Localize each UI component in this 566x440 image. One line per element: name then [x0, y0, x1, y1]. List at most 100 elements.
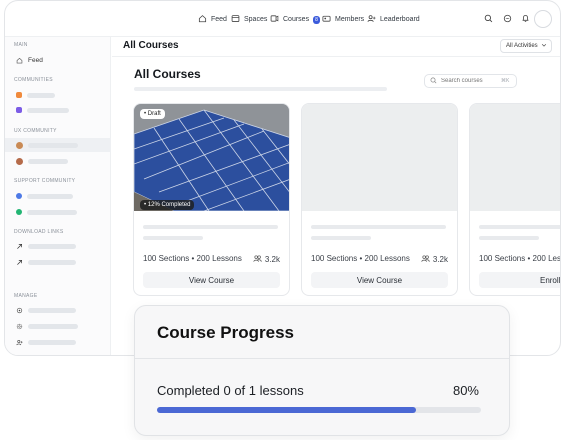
sidebar-item-support-1[interactable] [5, 189, 111, 203]
sidebar-item-community-1[interactable] [5, 88, 111, 102]
add-user-icon [16, 339, 23, 346]
messages-button[interactable] [499, 11, 515, 27]
member-avatar-icon [16, 141, 23, 149]
sidebar-item-download-1[interactable] [5, 239, 111, 253]
nav-courses[interactable]: Courses 8 [270, 14, 320, 25]
notifications-button[interactable] [517, 11, 533, 27]
sidebar-item-community-2[interactable] [5, 103, 111, 117]
filter-label: All Activities [506, 43, 538, 49]
view-course-button[interactable]: View Course [311, 272, 448, 288]
nav-members[interactable]: Members [322, 14, 364, 25]
community-color-icon [16, 107, 22, 113]
home-icon [16, 57, 23, 64]
activity-filter-dropdown[interactable]: All Activities [500, 39, 552, 53]
sidebar-section-ux: UX COMMUNITY [14, 128, 57, 134]
spaces-icon [231, 14, 240, 25]
placeholder-label [28, 307, 76, 313]
search-input[interactable] [441, 78, 497, 84]
external-link-icon [16, 259, 23, 266]
nav-courses-label: Courses [283, 16, 310, 23]
nav-feed[interactable]: Feed [198, 14, 227, 25]
leaderboard-icon [367, 14, 376, 25]
placeholder-label [28, 259, 76, 265]
shortcut-hint: ⌘K [501, 78, 510, 84]
settings-icon [16, 307, 23, 314]
sidebar-section-main: MAIN [14, 42, 28, 48]
nav-leaderboard-label: Leaderboard [380, 16, 420, 23]
enroll-course-button[interactable]: Enroll Cours [479, 272, 560, 288]
course-progress-card: Course Progress Completed 0 of 1 lessons… [134, 305, 510, 436]
section-title: All Courses [134, 67, 201, 81]
gear-icon [16, 323, 23, 330]
subtitle-placeholder [311, 236, 371, 240]
community-color-icon [16, 92, 22, 98]
sidebar-item-download-2[interactable] [5, 255, 111, 269]
sidebar-item-ux-2[interactable] [5, 154, 111, 168]
nav-leaderboard[interactable]: Leaderboard [367, 14, 420, 25]
sidebar-section-downloads: DOWNLOAD LINKS [14, 229, 64, 235]
students-count: 3.2k [432, 255, 448, 264]
course-meta: 100 Sections • 200 Lessons [479, 254, 561, 263]
course-sections-lessons: 100 Sections • 200 Lessons [311, 254, 410, 263]
course-thumbnail: • Draft • 12% Completed [134, 104, 289, 212]
placeholder-label [28, 142, 78, 148]
course-search[interactable]: ⌘K [424, 74, 517, 88]
bell-icon [521, 10, 530, 28]
students-count: 3.2k [264, 255, 280, 264]
search-icon [484, 10, 493, 28]
user-avatar[interactable] [534, 10, 552, 28]
sidebar-item-ux-1[interactable] [5, 138, 111, 152]
sidebar-item-support-2[interactable] [5, 205, 111, 219]
home-icon [198, 14, 207, 25]
progress-badge: • 12% Completed [140, 200, 195, 210]
progress-bar-fill [157, 407, 417, 413]
community-color-icon [16, 193, 22, 199]
course-progress-title: Course Progress [157, 323, 294, 342]
page-title: All Courses [123, 40, 179, 51]
chat-icon [503, 10, 512, 28]
chevron-down-icon [541, 42, 547, 50]
sidebar-item-manage-1[interactable] [5, 303, 111, 317]
divider [135, 358, 509, 359]
solar-panel-image [134, 104, 289, 212]
progress-bar [157, 407, 481, 413]
course-card[interactable]: 100 Sections • 200 Lessons Enroll Cours [469, 103, 561, 296]
search-icon [430, 77, 437, 86]
external-link-icon [16, 243, 23, 250]
sidebar-item-feed[interactable]: Feed [5, 53, 111, 67]
course-thumbnail-placeholder [470, 104, 560, 211]
progress-badge-label: 12% Completed [147, 202, 191, 208]
placeholder-label [28, 243, 76, 249]
placeholder-label [28, 339, 76, 345]
placeholder-label [27, 193, 73, 199]
sidebar-section-support: SUPPORT COMMUNITY [14, 178, 76, 184]
nav-members-label: Members [335, 16, 365, 23]
search-button[interactable] [480, 11, 496, 27]
course-sections-lessons: 100 Sections • 200 Lessons [143, 254, 242, 263]
members-icon [322, 14, 331, 25]
page-header: All Courses All Activities [112, 37, 560, 57]
course-card[interactable]: • Draft • 12% Completed 100 Sections • 2… [133, 103, 290, 296]
course-meta: 100 Sections • 200 Lessons 3.2k [311, 254, 448, 265]
nav-spaces-label: Spaces [244, 16, 268, 23]
students-icon [253, 254, 262, 265]
sidebar-item-manage-3[interactable] [5, 335, 111, 349]
course-sections-lessons: 100 Sections • 200 Lessons [479, 254, 561, 263]
view-course-button[interactable]: View Course [143, 272, 280, 288]
sidebar-item-label: Feed [28, 56, 43, 64]
placeholder-label [28, 158, 68, 164]
placeholder-label [28, 323, 78, 329]
placeholder-label [27, 209, 77, 215]
placeholder-label [27, 107, 69, 113]
lessons-completed-label: Completed 0 of 1 lessons [157, 383, 304, 398]
course-meta: 100 Sections • 200 Lessons 3.2k [143, 254, 280, 265]
community-color-icon [16, 209, 22, 215]
sidebar-item-manage-2[interactable] [5, 319, 111, 333]
courses-icon [270, 14, 279, 25]
nav-spaces[interactable]: Spaces [231, 14, 267, 25]
sidebar-section-manage: MANAGE [14, 293, 38, 299]
students-icon [421, 254, 430, 265]
course-card[interactable]: 100 Sections • 200 Lessons 3.2k View Cou… [301, 103, 458, 296]
progress-percent: 80% [452, 383, 479, 398]
title-placeholder [311, 225, 446, 229]
